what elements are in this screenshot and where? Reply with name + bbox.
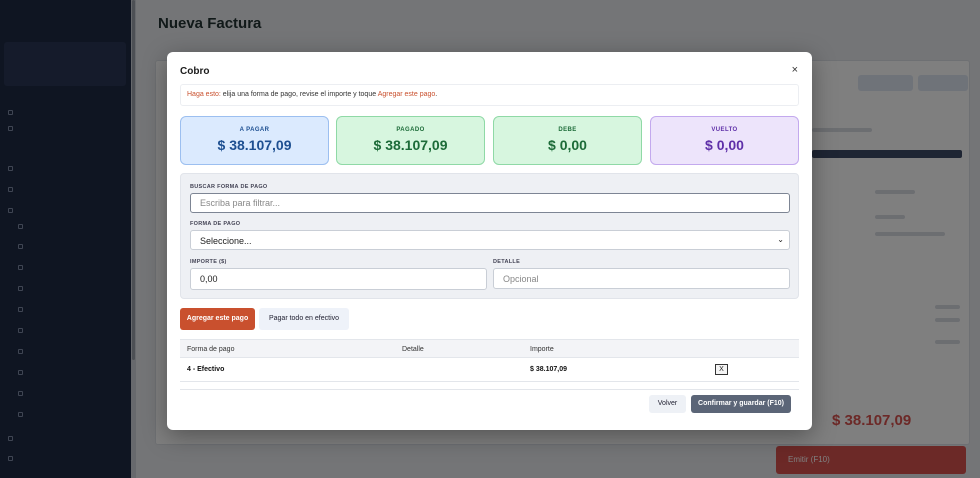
table-header: Forma de pago Detalle Importe	[180, 339, 799, 358]
payments-table: Forma de pago Detalle Importe 4 - Efecti…	[180, 339, 799, 382]
method-label: FORMA DE PAGO	[190, 221, 241, 227]
search-label: BUSCAR FORMA DE PAGO	[190, 184, 268, 190]
summary-card-a-pagar: A PAGAR $ 38.107,09	[180, 116, 329, 165]
payment-method-select[interactable]: Seleccione... ⌄	[190, 230, 790, 250]
summary-label: PAGADO	[396, 127, 425, 133]
summary-value: $ 38.107,09	[373, 137, 448, 153]
column-header: Forma de pago	[187, 346, 235, 353]
hint-prefix: Haga esto:	[187, 91, 221, 98]
summary-card-vuelto: VUELTO $ 0,00	[650, 116, 799, 165]
delete-payment-button[interactable]: X	[715, 364, 728, 375]
footer-divider	[180, 389, 799, 390]
summary-value: $ 38.107,09	[217, 137, 292, 153]
payment-form: BUSCAR FORMA DE PAGO FORMA DE PAGO Selec…	[180, 173, 799, 299]
payment-modal: Cobro × Haga esto: elija una forma de pa…	[167, 52, 812, 430]
close-icon[interactable]: ×	[792, 64, 798, 76]
confirm-save-button[interactable]: Confirmar y guardar (F10)	[691, 395, 791, 413]
summary-label: DEBE	[558, 127, 577, 133]
summary-value: $ 0,00	[705, 137, 744, 153]
amount-label: IMPORTE ($)	[190, 259, 227, 265]
summary-label: A PAGAR	[239, 127, 270, 133]
add-payment-button[interactable]: Agregar este pago	[180, 308, 255, 330]
row-method: 4 - Efectivo	[187, 366, 225, 373]
row-amount: $ 38.107,09	[530, 366, 567, 373]
detail-input[interactable]	[493, 268, 790, 289]
pay-all-cash-button[interactable]: Pagar todo en efectivo	[259, 308, 349, 330]
hint-text: elija una forma de pago, revise el impor…	[220, 91, 378, 98]
detail-label: DETALLE	[493, 259, 521, 265]
modal-title: Cobro	[180, 66, 210, 77]
summary-card-pagado: PAGADO $ 38.107,09	[336, 116, 485, 165]
table-row: 4 - Efectivo $ 38.107,09 X	[180, 358, 799, 382]
summary-card-debe: DEBE $ 0,00	[493, 116, 642, 165]
chevron-down-icon: ⌄	[777, 235, 784, 244]
column-header: Detalle	[402, 346, 424, 353]
hint-suffix: .	[435, 91, 438, 98]
search-input[interactable]	[190, 193, 790, 213]
summary-value: $ 0,00	[548, 137, 587, 153]
payment-method-value: Seleccione...	[200, 236, 252, 246]
hint-action: Agregar este pago	[377, 91, 436, 98]
summary-label: VUELTO	[711, 127, 738, 133]
instruction-banner: Haga esto: elija una forma de pago, revi…	[180, 84, 799, 106]
column-header: Importe	[530, 346, 554, 353]
amount-input[interactable]	[190, 268, 487, 290]
back-button[interactable]: Volver	[649, 395, 686, 413]
